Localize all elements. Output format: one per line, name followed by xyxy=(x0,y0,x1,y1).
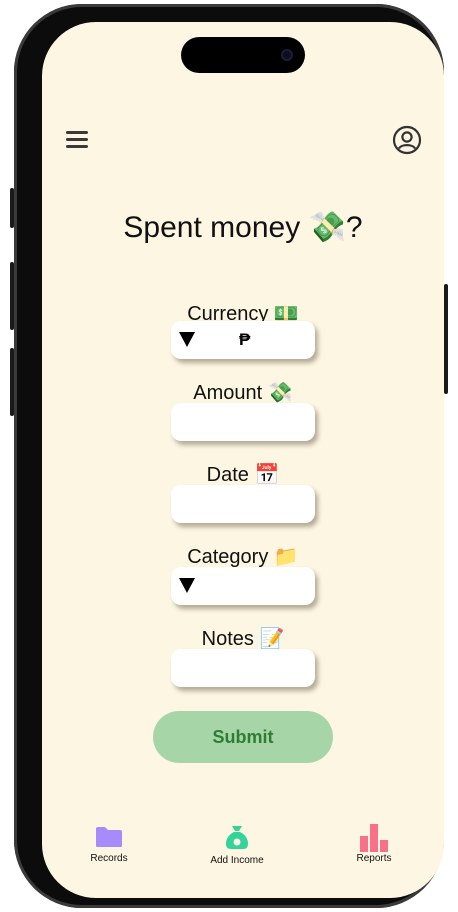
amount-input[interactable] xyxy=(171,403,315,441)
notes-input[interactable] xyxy=(171,649,315,687)
volume-down-button xyxy=(10,348,14,416)
amount-label: Amount 💸 xyxy=(193,382,293,404)
dropdown-caret-icon xyxy=(179,332,195,347)
date-input[interactable] xyxy=(171,485,315,523)
bar-chart-icon xyxy=(360,824,388,852)
volume-up-button xyxy=(10,262,14,330)
notes-label: Notes 📝 xyxy=(201,628,285,650)
nav-add-income[interactable]: Add Income xyxy=(202,824,272,866)
currency-select[interactable]: ₱ xyxy=(171,321,315,359)
dynamic-island xyxy=(181,37,305,73)
nav-reports[interactable]: Reports xyxy=(344,822,404,864)
action-button xyxy=(10,188,14,228)
hamburger-menu-icon[interactable] xyxy=(66,129,90,151)
nav-reports-label: Reports xyxy=(356,853,392,864)
folder-icon xyxy=(96,827,122,847)
date-label: Date 📅 xyxy=(206,464,280,486)
power-button xyxy=(444,284,448,394)
page-title: Spent money 💸? xyxy=(123,211,363,244)
nav-records-label: Records xyxy=(90,853,128,864)
user-circle-icon[interactable] xyxy=(392,125,422,155)
nav-records[interactable]: Records xyxy=(79,826,139,864)
nav-add-income-label: Add Income xyxy=(210,855,264,866)
category-label: Category 📁 xyxy=(187,546,299,568)
dropdown-caret-icon xyxy=(179,578,195,593)
submit-button[interactable]: Submit xyxy=(153,711,333,763)
category-select[interactable] xyxy=(171,567,315,605)
app-screen: Spent money 💸? Currency 💵 ₱ Amount 💸 Dat… xyxy=(42,22,444,898)
front-camera-icon xyxy=(281,49,293,61)
currency-value: ₱ xyxy=(239,330,251,349)
money-bag-icon xyxy=(226,826,248,849)
phone-frame: Spent money 💸? Currency 💵 ₱ Amount 💸 Dat… xyxy=(10,4,448,908)
